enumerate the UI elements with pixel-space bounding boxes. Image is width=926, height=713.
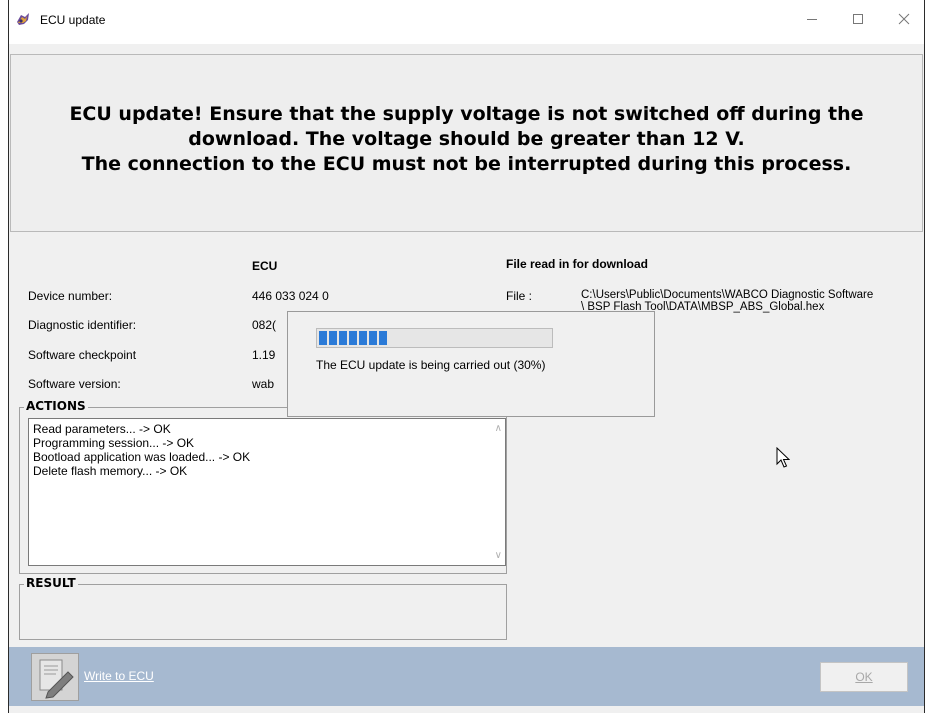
cursor-icon	[776, 447, 790, 468]
warning-banner: ECU update! Ensure that the supply volta…	[10, 54, 923, 232]
maximize-icon	[853, 14, 863, 24]
diagnostic-identifier-value: 082(	[252, 318, 277, 332]
log-scrollbar[interactable]: ∧ ∨	[488, 419, 505, 565]
warning-line: ECU update! Ensure that the supply volta…	[69, 103, 864, 125]
maximize-button[interactable]	[835, 4, 881, 34]
progress-bar	[316, 328, 553, 348]
log-line: Delete flash memory... -> OK	[33, 464, 188, 478]
progress-dialog: The ECU update is being carried out (30%…	[287, 311, 655, 417]
scroll-down-icon[interactable]: ∨	[495, 550, 502, 561]
ecu-column-header: ECU	[252, 259, 278, 273]
actions-title: ACTIONS	[24, 399, 88, 413]
actions-log[interactable]: Read parameters... -> OK Programming ses…	[28, 418, 506, 566]
close-icon	[898, 13, 910, 25]
write-to-ecu-icon[interactable]	[31, 653, 79, 701]
progress-fill	[319, 331, 388, 345]
write-to-ecu-link[interactable]: Write to ECU	[84, 669, 154, 683]
close-button[interactable]	[881, 4, 924, 34]
scroll-up-icon[interactable]: ∧	[495, 423, 502, 434]
minimize-button[interactable]	[789, 4, 835, 34]
minimize-icon	[807, 19, 817, 20]
software-version-label: Software version:	[28, 377, 121, 391]
window-title: ECU update	[40, 13, 106, 27]
warning-line: The connection to the ECU must not be in…	[81, 153, 852, 175]
device-number-label: Device number:	[28, 289, 113, 303]
ecu-update-window: ECU update ECU update! Ensure that the s…	[8, 0, 925, 713]
software-version-value: wab	[252, 377, 275, 391]
ok-button[interactable]: OK	[820, 662, 908, 692]
device-number-value: 446 033 024 0	[252, 289, 329, 303]
title-bar[interactable]: ECU update	[9, 0, 924, 44]
app-icon	[15, 11, 31, 27]
footer-bar: Write to ECU OK	[9, 647, 924, 706]
file-header: File read in for download	[506, 257, 649, 271]
result-title: RESULT	[24, 576, 78, 590]
log-line: Read parameters... -> OK	[33, 422, 171, 436]
file-label: File :	[506, 289, 533, 303]
warning-line: download. The voltage should be greater …	[188, 128, 745, 150]
software-checkpoint-label: Software checkpoint	[28, 348, 137, 362]
log-line: Bootload application was loaded... -> OK	[33, 450, 251, 464]
log-line: Programming session... -> OK	[33, 436, 195, 450]
progress-status: The ECU update is being carried out (30%…	[316, 358, 546, 372]
result-group	[19, 584, 507, 640]
warning-text: ECU update! Ensure that the supply volta…	[11, 102, 922, 177]
log-lines: Read parameters... -> OK Programming ses…	[33, 422, 250, 478]
file-path-line1: C:\Users\Public\Documents\WABCO Diagnost…	[581, 289, 874, 301]
diagnostic-identifier-label: Diagnostic identifier:	[28, 318, 137, 332]
software-checkpoint-value: 1.19	[252, 348, 276, 362]
